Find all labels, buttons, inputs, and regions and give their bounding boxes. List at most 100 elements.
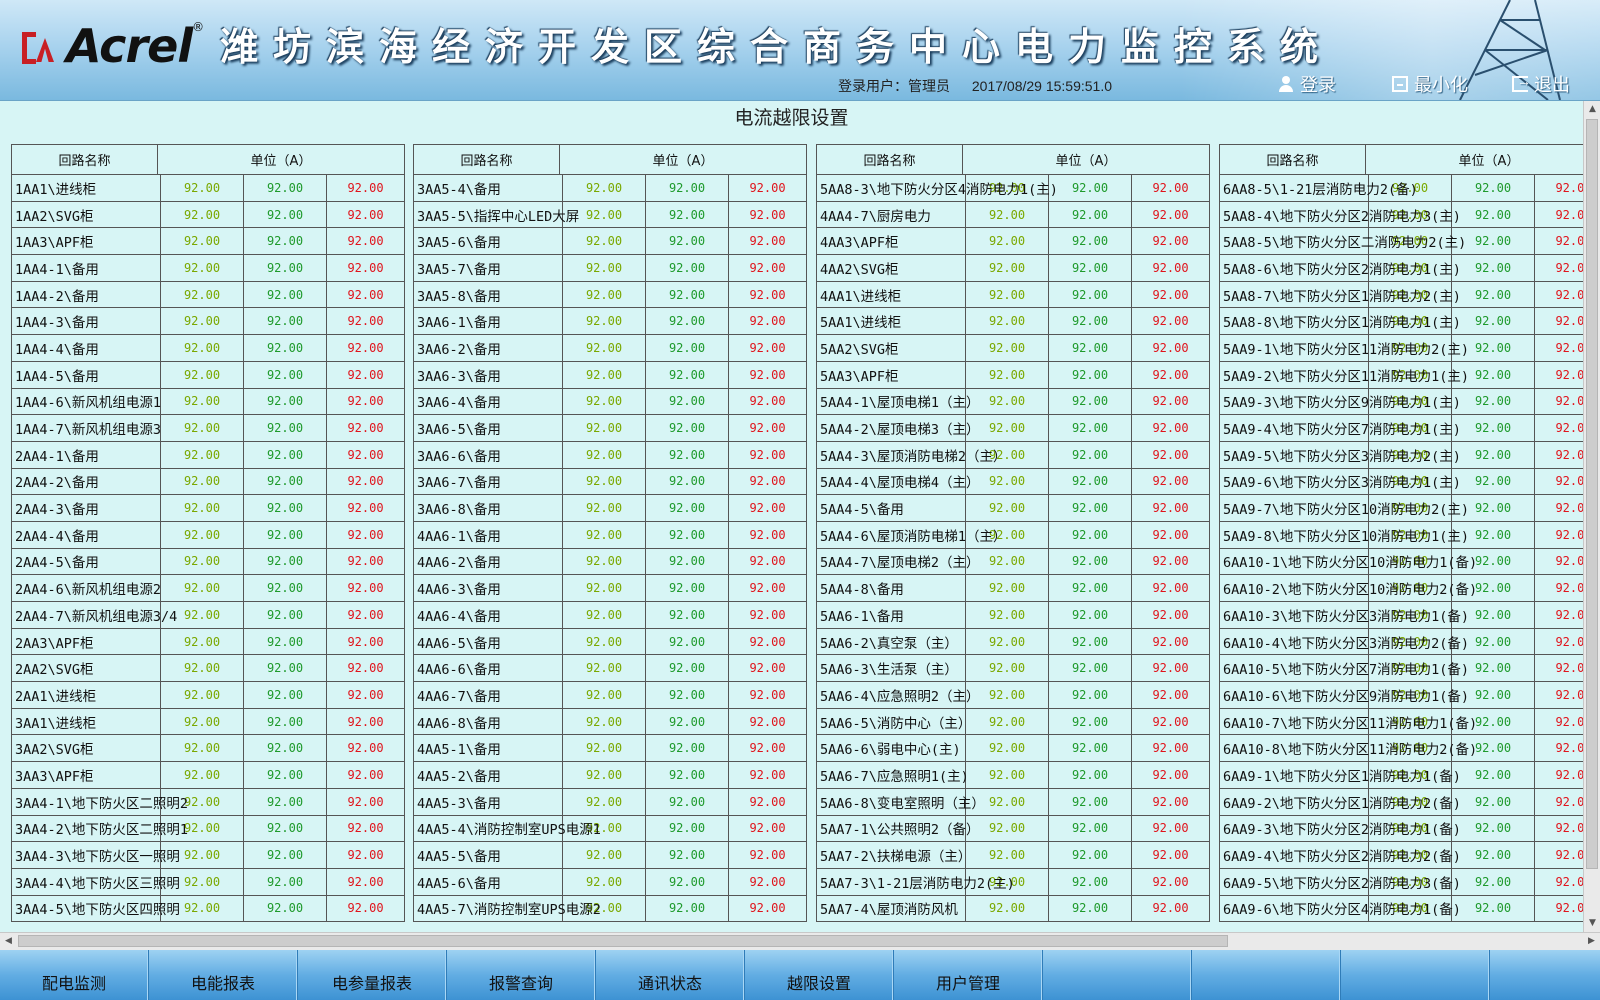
limit-high-input[interactable]: 92.00 <box>1535 896 1583 922</box>
limit-high-input[interactable]: 92.00 <box>327 495 404 521</box>
limit-high-input[interactable]: 92.00 <box>1132 602 1209 628</box>
limit-high-input[interactable]: 92.00 <box>1535 682 1583 708</box>
limit-high-input[interactable]: 92.00 <box>327 228 404 254</box>
limit-high-input[interactable]: 92.00 <box>327 308 404 334</box>
limit-high-input[interactable]: 92.00 <box>729 495 806 521</box>
limit-mid-input[interactable]: 92.00 <box>1049 415 1132 441</box>
limit-mid-input[interactable]: 92.00 <box>1049 895 1132 922</box>
limit-low-input[interactable]: 92.00 <box>161 415 244 441</box>
limit-low-input[interactable]: 92.00 <box>161 255 244 281</box>
limit-low-input[interactable]: 92.00 <box>563 708 646 735</box>
limit-high-input[interactable]: 92.00 <box>1535 842 1583 868</box>
limit-high-input[interactable]: 92.00 <box>327 735 404 761</box>
limit-low-input[interactable]: 92.00 <box>563 441 646 468</box>
limit-mid-input[interactable]: 92.00 <box>244 788 327 815</box>
limit-low-input[interactable]: 92.00 <box>161 521 244 548</box>
limit-mid-input[interactable]: 92.00 <box>244 361 327 388</box>
limit-high-input[interactable]: 92.00 <box>729 282 806 308</box>
limit-low-input[interactable]: 92.00 <box>563 468 646 495</box>
limit-mid-input[interactable]: 92.00 <box>1452 868 1535 895</box>
limit-high-input[interactable]: 92.00 <box>729 869 806 895</box>
limit-high-input[interactable]: 92.00 <box>1535 202 1583 228</box>
limit-mid-input[interactable]: 92.00 <box>244 335 327 361</box>
limit-mid-input[interactable]: 92.00 <box>1452 175 1535 201</box>
nav-item[interactable]: 通讯状态 <box>596 950 745 1000</box>
limit-mid-input[interactable]: 92.00 <box>646 895 729 922</box>
limit-mid-input[interactable]: 92.00 <box>244 868 327 895</box>
limit-high-input[interactable]: 92.00 <box>1535 789 1583 815</box>
limit-high-input[interactable]: 92.00 <box>327 655 404 681</box>
limit-high-input[interactable]: 92.00 <box>729 789 806 815</box>
limit-high-input[interactable]: 92.00 <box>1132 816 1209 842</box>
limit-mid-input[interactable]: 92.00 <box>1452 815 1535 842</box>
limit-high-input[interactable]: 92.00 <box>1132 415 1209 441</box>
nav-item[interactable]: 用户管理 <box>894 950 1043 1000</box>
limit-mid-input[interactable]: 92.00 <box>646 868 729 895</box>
limit-mid-input[interactable]: 92.00 <box>646 708 729 735</box>
limit-high-input[interactable]: 92.00 <box>1535 495 1583 521</box>
limit-high-input[interactable]: 92.00 <box>327 709 404 735</box>
limit-low-input[interactable]: 92.00 <box>966 762 1049 788</box>
limit-mid-input[interactable]: 92.00 <box>1452 762 1535 788</box>
limit-high-input[interactable]: 92.00 <box>327 896 404 922</box>
limit-low-input[interactable]: 92.00 <box>563 575 646 601</box>
limit-high-input[interactable]: 92.00 <box>327 842 404 868</box>
limit-mid-input[interactable]: 92.00 <box>1049 361 1132 388</box>
limit-mid-input[interactable]: 92.00 <box>646 815 729 842</box>
limit-low-input[interactable]: 92.00 <box>161 628 244 655</box>
limit-mid-input[interactable]: 92.00 <box>244 548 327 575</box>
limit-mid-input[interactable]: 92.00 <box>646 628 729 655</box>
limit-low-input[interactable]: 92.00 <box>966 228 1049 255</box>
limit-high-input[interactable]: 92.00 <box>1132 228 1209 254</box>
limit-mid-input[interactable]: 92.00 <box>1049 842 1132 868</box>
limit-low-input[interactable]: 92.00 <box>966 735 1049 762</box>
limit-low-input[interactable]: 92.00 <box>563 228 646 255</box>
limit-high-input[interactable]: 92.00 <box>1132 549 1209 575</box>
limit-low-input[interactable]: 92.00 <box>966 895 1049 922</box>
limit-high-input[interactable]: 92.00 <box>729 735 806 761</box>
limit-mid-input[interactable]: 92.00 <box>1452 788 1535 815</box>
limit-high-input[interactable]: 92.00 <box>1132 202 1209 228</box>
limit-high-input[interactable]: 92.00 <box>1535 522 1583 548</box>
limit-mid-input[interactable]: 92.00 <box>646 521 729 548</box>
limit-high-input[interactable]: 92.00 <box>327 522 404 548</box>
limit-high-input[interactable]: 92.00 <box>327 415 404 441</box>
limit-mid-input[interactable]: 92.00 <box>1049 868 1132 895</box>
exit-button[interactable]: 退出 <box>1512 72 1570 96</box>
limit-mid-input[interactable]: 92.00 <box>244 201 327 228</box>
limit-low-input[interactable]: 92.00 <box>161 575 244 601</box>
limit-high-input[interactable]: 92.00 <box>1535 869 1583 895</box>
limit-high-input[interactable]: 92.00 <box>1132 842 1209 868</box>
limit-high-input[interactable]: 92.00 <box>1535 549 1583 575</box>
limit-mid-input[interactable]: 92.00 <box>1452 441 1535 468</box>
limit-low-input[interactable]: 92.00 <box>563 548 646 575</box>
scroll-right-arrow-icon[interactable]: ▶ <box>1583 933 1600 950</box>
limit-high-input[interactable]: 92.00 <box>729 255 806 281</box>
limit-mid-input[interactable]: 92.00 <box>646 548 729 575</box>
limit-mid-input[interactable]: 92.00 <box>244 255 327 281</box>
limit-low-input[interactable]: 92.00 <box>966 308 1049 335</box>
limit-mid-input[interactable]: 92.00 <box>646 281 729 308</box>
limit-low-input[interactable]: 92.00 <box>563 415 646 441</box>
limit-mid-input[interactable]: 92.00 <box>646 468 729 495</box>
limit-high-input[interactable]: 92.00 <box>327 469 404 495</box>
horizontal-scroll-thumb[interactable] <box>18 935 1228 947</box>
limit-mid-input[interactable]: 92.00 <box>1049 548 1132 575</box>
limit-mid-input[interactable]: 92.00 <box>646 415 729 441</box>
limit-low-input[interactable]: 92.00 <box>161 175 244 201</box>
limit-low-input[interactable]: 92.00 <box>563 335 646 361</box>
limit-mid-input[interactable]: 92.00 <box>1452 468 1535 495</box>
limit-high-input[interactable]: 92.00 <box>1535 228 1583 254</box>
limit-low-input[interactable]: 92.00 <box>161 441 244 468</box>
limit-high-input[interactable]: 92.00 <box>729 308 806 334</box>
limit-high-input[interactable]: 92.00 <box>1535 362 1583 388</box>
limit-mid-input[interactable]: 92.00 <box>1452 842 1535 868</box>
limit-mid-input[interactable]: 92.00 <box>1452 201 1535 228</box>
limit-low-input[interactable]: 92.00 <box>161 735 244 762</box>
limit-mid-input[interactable]: 92.00 <box>244 441 327 468</box>
limit-mid-input[interactable]: 92.00 <box>244 495 327 521</box>
limit-high-input[interactable]: 92.00 <box>1535 602 1583 628</box>
limit-low-input[interactable]: 92.00 <box>563 495 646 521</box>
limit-mid-input[interactable]: 92.00 <box>1049 308 1132 335</box>
limit-mid-input[interactable]: 92.00 <box>244 228 327 255</box>
